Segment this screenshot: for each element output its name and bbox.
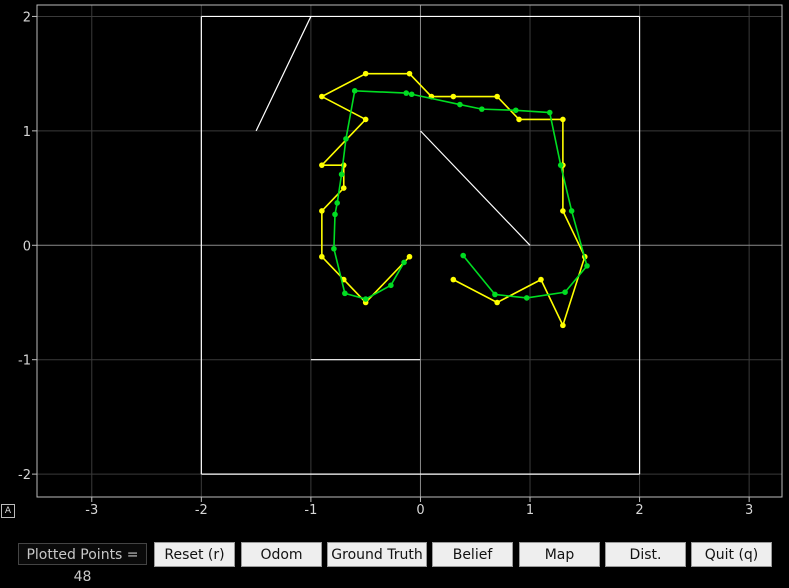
autoscale-button[interactable]: A bbox=[1, 504, 15, 518]
series-point-1 bbox=[401, 259, 407, 266]
series-point-1 bbox=[331, 245, 337, 252]
map-button[interactable]: Map bbox=[519, 542, 600, 567]
series-point-1 bbox=[562, 289, 568, 295]
series-point-1 bbox=[332, 211, 338, 218]
series-point-0 bbox=[560, 208, 566, 214]
series-point-1 bbox=[557, 162, 564, 168]
series-point-0 bbox=[560, 116, 566, 123]
series-point-0 bbox=[319, 208, 325, 214]
x-tick-label: 0 bbox=[416, 503, 424, 518]
x-tick-label: -3 bbox=[85, 503, 98, 518]
series-point-1 bbox=[512, 107, 519, 114]
dist-button[interactable]: Dist. bbox=[605, 542, 686, 567]
plot-frame bbox=[36, 4, 783, 498]
belief-button[interactable]: Belief bbox=[432, 542, 513, 567]
series-point-1 bbox=[388, 282, 394, 289]
series-point-1 bbox=[460, 252, 466, 259]
grid bbox=[37, 5, 782, 497]
series-point-1 bbox=[568, 208, 575, 214]
ground-truth-button[interactable]: Ground Truth bbox=[327, 542, 427, 567]
y-tick-label: 1 bbox=[23, 125, 31, 140]
series-point-1 bbox=[457, 101, 463, 108]
series-point-1 bbox=[584, 263, 590, 269]
series-point-1 bbox=[492, 291, 498, 298]
plot-area[interactable]: -3 -2 -1 0 1 2 3 2 1 0 -1 -2 bbox=[0, 0, 789, 536]
series-point-1 bbox=[342, 290, 348, 297]
series-point-0 bbox=[319, 162, 325, 168]
quit-button[interactable]: Quit (q) bbox=[691, 542, 772, 567]
series-point-1 bbox=[334, 200, 340, 206]
odom-button[interactable]: Odom bbox=[241, 542, 322, 567]
series-point-0 bbox=[340, 185, 347, 191]
map-wall-segment bbox=[255, 16, 312, 132]
series-point-0 bbox=[319, 253, 325, 260]
trajectories bbox=[319, 70, 590, 329]
series-point-0 bbox=[406, 253, 413, 260]
axis-ticks: -3 -2 -1 0 1 2 3 2 1 0 -1 -2 bbox=[18, 10, 753, 518]
series-line-0 bbox=[319, 72, 586, 328]
x-tick-label: -1 bbox=[304, 503, 317, 518]
series-point-1 bbox=[403, 90, 410, 96]
series-point-0 bbox=[516, 116, 522, 123]
series-point-1 bbox=[362, 296, 369, 302]
series-point-1 bbox=[408, 91, 415, 98]
series-point-0 bbox=[406, 70, 413, 77]
reset-button[interactable]: Reset (r) bbox=[154, 542, 235, 567]
series-point-0 bbox=[494, 299, 500, 306]
plotted-points-label: Plotted Points = 48 bbox=[18, 543, 147, 585]
x-tick-label: 3 bbox=[745, 503, 753, 518]
map-wall-segment bbox=[420, 130, 531, 246]
series-point-0 bbox=[450, 93, 457, 100]
y-tick-label: 2 bbox=[23, 10, 31, 25]
series-point-0 bbox=[538, 276, 544, 283]
y-tick-label: 0 bbox=[23, 239, 31, 254]
x-tick-label: 1 bbox=[526, 503, 534, 518]
x-tick-label: -2 bbox=[195, 503, 208, 518]
series-point-1 bbox=[343, 136, 349, 142]
series-point-1 bbox=[351, 88, 358, 94]
y-tick-label: -1 bbox=[18, 354, 31, 369]
series-point-0 bbox=[494, 93, 500, 100]
series-point-1 bbox=[523, 295, 530, 301]
series-point-0 bbox=[560, 322, 566, 329]
series-point-1 bbox=[338, 171, 345, 178]
series-point-0 bbox=[362, 70, 369, 77]
series-line-1 bbox=[333, 89, 588, 300]
series-point-1 bbox=[479, 106, 485, 112]
series-point-0 bbox=[450, 276, 457, 283]
series-point-1 bbox=[546, 109, 553, 116]
series-point-0 bbox=[362, 116, 369, 123]
series-point-0 bbox=[319, 93, 325, 100]
y-tick-label: -2 bbox=[18, 468, 31, 483]
x-tick-label: 2 bbox=[635, 503, 643, 518]
